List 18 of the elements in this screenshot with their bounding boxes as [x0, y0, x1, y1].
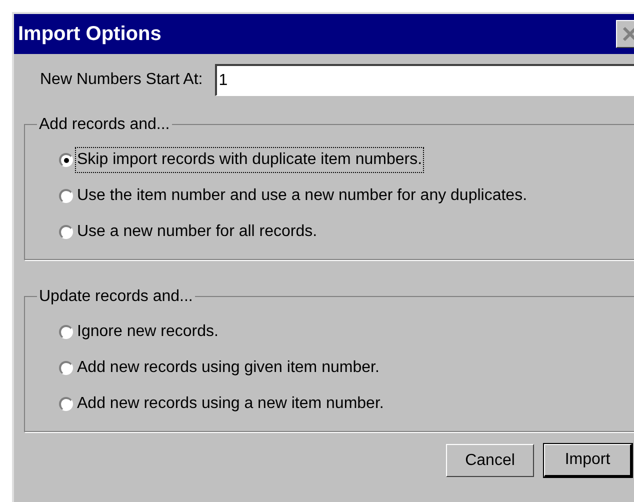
- close-icon: [622, 26, 634, 42]
- radio-button[interactable]: [59, 325, 73, 339]
- option-label: Use a new number for all records.: [76, 222, 318, 242]
- option-label: Use the item number and use a new number for any duplicates.: [76, 186, 528, 206]
- option-label: Add new records using given item number.: [76, 358, 380, 378]
- window-title: Import Options: [18, 22, 162, 47]
- radio-button[interactable]: [59, 225, 73, 239]
- field-label: New Numbers Start At:: [40, 70, 203, 90]
- import-button[interactable]: Import: [544, 444, 632, 477]
- cancel-button[interactable]: Cancel: [446, 444, 534, 477]
- option-label: Ignore new records.: [76, 322, 220, 342]
- radio-button[interactable]: [59, 153, 73, 167]
- radio-button[interactable]: [59, 361, 73, 375]
- radio-button[interactable]: [59, 189, 73, 203]
- start-number-field[interactable]: 1: [214, 64, 634, 96]
- option-label: Add new records using a new item number.: [76, 394, 385, 414]
- option-label: Skip import records with duplicate item numbers.: [75, 147, 424, 173]
- radio-button[interactable]: [59, 397, 73, 411]
